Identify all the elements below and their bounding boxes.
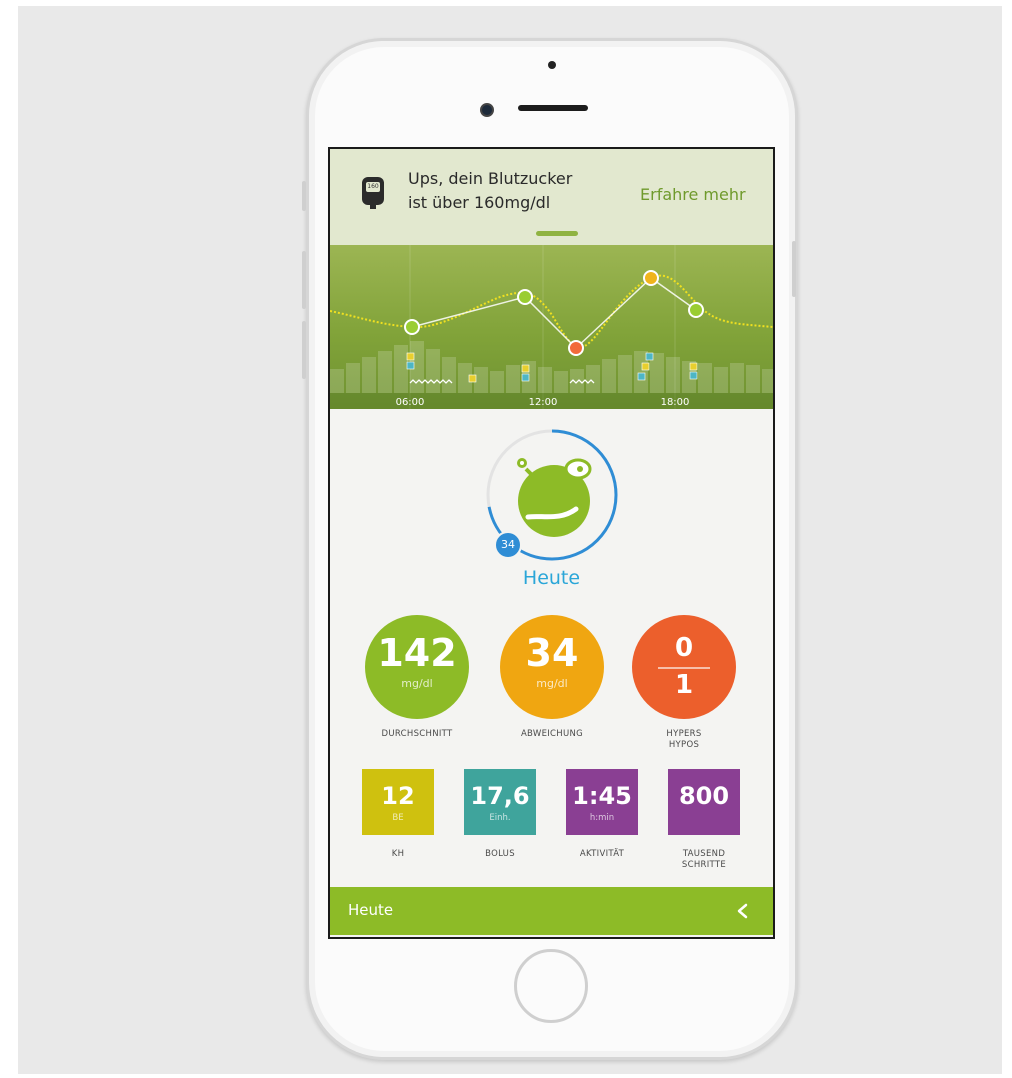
monster-mascot-icon	[517, 458, 592, 537]
proximity-sensor	[548, 61, 556, 69]
bolus-marker	[637, 372, 646, 381]
carbs-tile[interactable]: 12 BE	[362, 769, 434, 835]
app-screen: 160 Ups, dein Blutzucker ist über 160mg/…	[328, 147, 775, 939]
carbs-label: KH	[391, 849, 405, 859]
reading-point-1630[interactable]	[643, 270, 659, 286]
carbs-value: 12	[381, 782, 415, 810]
x-tick-label: 18:00	[661, 397, 690, 408]
bolus-marker	[689, 371, 698, 380]
glucose-chart-svg: 06:00 12:00 18:00	[330, 245, 773, 409]
hypers-hypos-circle[interactable]: 0 1	[632, 615, 736, 719]
earpiece-speaker	[518, 105, 588, 111]
steps-tile[interactable]: 800	[668, 769, 740, 835]
steps-label-line2: SCHRITTE	[681, 860, 727, 870]
test-strip	[370, 201, 376, 209]
footer-title: Heute	[348, 901, 394, 919]
average-label: DURCHSCHNITT	[381, 729, 453, 739]
bolus-value: 17,6	[470, 782, 530, 810]
activity-tile[interactable]: 1:45 h:min	[566, 769, 638, 835]
alert-message: Ups, dein Blutzucker ist über 160mg/dl	[408, 167, 588, 215]
hypers-label: HYPERS	[666, 729, 702, 739]
bolus-marker	[521, 373, 530, 382]
deviation-circle[interactable]: 34 mg/dl	[500, 615, 604, 719]
activity-value: 1:45	[572, 782, 632, 810]
alert-message-line2: ist über 160mg/dl	[408, 193, 551, 212]
readings-line	[411, 277, 697, 350]
steps-label-line1: TAUSEND	[682, 849, 726, 859]
carb-marker	[468, 374, 477, 383]
fraction-divider	[658, 667, 710, 669]
steps-label: TAUSEND SCHRITTE	[654, 849, 754, 871]
carb-marker	[406, 352, 415, 361]
deviation-unit: mg/dl	[536, 677, 568, 690]
learn-more-link[interactable]: Erfahre mehr	[640, 185, 746, 204]
activity-label: AKTIVITÄT	[579, 849, 625, 859]
chevron-left-icon[interactable]	[730, 897, 756, 925]
average-glucose-circle[interactable]: 142 mg/dl	[365, 615, 469, 719]
meter-reading: 160	[366, 182, 380, 192]
glucose-meter-icon: 160	[362, 177, 384, 209]
front-camera	[480, 103, 494, 117]
bolus-marker	[406, 361, 415, 370]
power-button	[792, 241, 796, 297]
reading-point-1100[interactable]	[517, 289, 533, 305]
carbs-unit: BE	[392, 813, 404, 823]
average-value: 142	[377, 631, 457, 675]
trend-line	[330, 274, 773, 349]
bolus-unit: Einh.	[489, 813, 511, 823]
home-button[interactable]	[514, 949, 588, 1023]
steps-value: 800	[678, 782, 730, 810]
reading-point-0730[interactable]	[404, 319, 420, 335]
reading-point-1830[interactable]	[688, 302, 704, 318]
activity-bars	[330, 341, 773, 393]
bolus-label: BOLUS	[485, 849, 515, 859]
carb-marker	[521, 364, 530, 373]
footer-bar: Heute	[330, 887, 773, 935]
phone-frame: 160 Ups, dein Blutzucker ist über 160mg/…	[302, 38, 798, 1060]
ring-badge: 34	[494, 531, 522, 559]
average-unit: mg/dl	[401, 677, 433, 690]
hypos-count: 1	[674, 670, 694, 700]
x-tick-label: 12:00	[529, 397, 558, 408]
alert-banner[interactable]: 160 Ups, dein Blutzucker ist über 160mg/…	[330, 149, 773, 245]
bolus-marker	[645, 352, 654, 361]
alert-message-line1: Ups, dein Blutzucker	[408, 169, 573, 188]
glucose-chart[interactable]: 06:00 12:00 18:00	[330, 245, 773, 409]
ring-label: Heute	[522, 567, 581, 589]
volume-up-button	[302, 251, 306, 309]
mute-switch	[302, 181, 306, 211]
x-tick-label: 06:00	[396, 397, 425, 408]
bolus-tile[interactable]: 17,6 Einh.	[464, 769, 536, 835]
hypers-hypos-label: HYPERS HYPOS	[614, 729, 754, 751]
drag-handle[interactable]	[536, 231, 578, 236]
hypers-count: 0	[674, 633, 694, 663]
reading-point-1300[interactable]	[568, 340, 584, 356]
carb-marker	[641, 362, 650, 371]
deviation-label: ABWEICHUNG	[520, 729, 584, 739]
deviation-value: 34	[525, 631, 579, 675]
volume-down-button	[302, 321, 306, 379]
hypos-label: HYPOS	[668, 740, 700, 750]
carb-marker	[689, 362, 698, 371]
activity-unit: h:min	[589, 813, 615, 823]
day-progress-ring[interactable]: 34	[482, 425, 622, 565]
